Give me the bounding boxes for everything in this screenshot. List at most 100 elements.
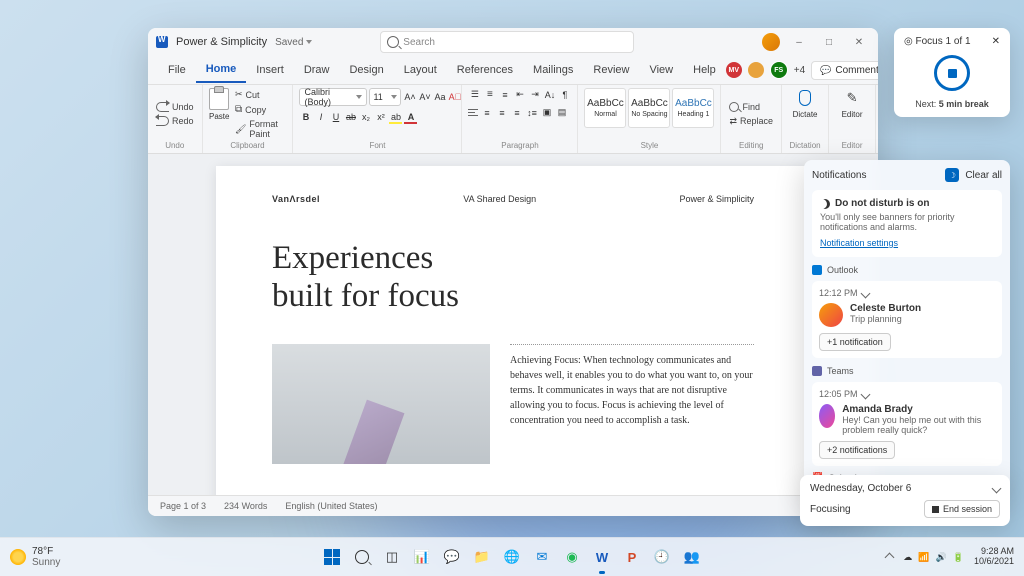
bold-button[interactable]: B: [299, 110, 312, 123]
widgets-button[interactable]: 📊: [409, 544, 435, 570]
user-avatar[interactable]: [762, 33, 780, 51]
close-button[interactable]: ✕: [848, 31, 870, 53]
tab-help[interactable]: Help: [683, 58, 726, 82]
maximize-button[interactable]: □: [818, 31, 840, 53]
sort-button[interactable]: A↓: [543, 88, 556, 101]
highlight-button[interactable]: ab: [389, 110, 402, 123]
multilevel-list-button[interactable]: ≡: [498, 88, 511, 101]
font-size-select[interactable]: 11: [369, 88, 401, 106]
presence-user-3[interactable]: FS: [770, 61, 788, 79]
word-count[interactable]: 234 Words: [224, 501, 267, 511]
numbering-button[interactable]: [483, 88, 496, 101]
paste-button[interactable]: Paste: [209, 88, 230, 121]
style-nospacing[interactable]: AaBbCcNo Spacing: [628, 88, 670, 128]
teams-notification-card[interactable]: 12:05 PM Amanda Brady Hey! Can you help …: [812, 382, 1002, 466]
document-canvas[interactable]: VanΛrsdel VA Shared Design Power & Simpl…: [148, 154, 878, 495]
align-left-button[interactable]: [468, 109, 478, 117]
replace-button[interactable]: ⇄Replace: [727, 115, 775, 128]
tab-layout[interactable]: Layout: [394, 58, 447, 82]
chat-button[interactable]: 💬: [439, 544, 465, 570]
outlook-notification-card[interactable]: 12:12 PM Celeste Burton Trip planning +1…: [812, 281, 1002, 358]
tab-home[interactable]: Home: [196, 57, 247, 83]
mail-button[interactable]: ✉: [529, 544, 555, 570]
taskbar-search-button[interactable]: [349, 544, 375, 570]
copy-button[interactable]: Copy: [233, 103, 287, 116]
end-session-button[interactable]: End session: [924, 500, 1000, 518]
shading-button[interactable]: ▣: [540, 106, 553, 119]
subscript-button[interactable]: x₂: [359, 110, 372, 123]
tab-references[interactable]: References: [447, 58, 523, 82]
more-notifications-chip[interactable]: +2 notifications: [819, 441, 895, 459]
presence-user-1[interactable]: MV: [726, 62, 742, 78]
undo-button[interactable]: Undo: [154, 101, 196, 113]
spotify-button[interactable]: ◉: [559, 544, 585, 570]
increase-indent-button[interactable]: ⇥: [528, 88, 541, 101]
save-status[interactable]: Saved: [275, 37, 312, 48]
font-color-button[interactable]: A: [404, 110, 417, 123]
search-input[interactable]: Search: [380, 31, 634, 53]
document-page[interactable]: VanΛrsdel VA Shared Design Power & Simpl…: [216, 166, 810, 495]
bullets-button[interactable]: [468, 88, 481, 101]
redo-button[interactable]: Redo: [154, 115, 196, 127]
editor-button[interactable]: Editor: [835, 88, 869, 119]
superscript-button[interactable]: x²: [374, 110, 387, 123]
italic-button[interactable]: I: [314, 110, 327, 123]
align-center-button[interactable]: ≡: [480, 106, 493, 119]
battery-icon[interactable]: 🔋: [953, 552, 964, 563]
chevron-down-icon[interactable]: [860, 389, 870, 399]
tab-mailings[interactable]: Mailings: [523, 58, 583, 82]
weather-widget[interactable]: 78°FSunny: [10, 546, 60, 568]
minimize-button[interactable]: –: [788, 31, 810, 53]
style-heading1[interactable]: AaBbCcHeading 1: [672, 88, 714, 128]
language-status[interactable]: English (United States): [285, 501, 377, 511]
borders-button[interactable]: ▤: [555, 106, 568, 119]
shrink-font-button[interactable]: A˅: [418, 91, 431, 104]
align-right-button[interactable]: ≡: [495, 106, 508, 119]
strikethrough-button[interactable]: ab: [344, 110, 357, 123]
clock-app-button[interactable]: 🕘: [649, 544, 675, 570]
decrease-indent-button[interactable]: ⇤: [513, 88, 526, 101]
presence-overflow[interactable]: +4: [794, 65, 805, 76]
underline-button[interactable]: U: [329, 110, 342, 123]
clear-formatting-button[interactable]: A⃠: [448, 91, 461, 104]
volume-icon[interactable]: 🔊: [936, 552, 947, 563]
tab-review[interactable]: Review: [583, 58, 639, 82]
dnd-badge-icon[interactable]: ☽: [945, 168, 959, 182]
page-number[interactable]: Page 1 of 3: [160, 501, 206, 511]
wifi-icon[interactable]: 📶: [918, 552, 929, 563]
find-button[interactable]: Find: [727, 101, 762, 113]
notification-settings-link[interactable]: Notification settings: [820, 238, 898, 248]
tray-overflow-button[interactable]: [885, 552, 895, 562]
cloud-icon[interactable]: ☁: [903, 552, 912, 563]
more-notifications-chip[interactable]: +1 notification: [819, 333, 891, 351]
change-case-button[interactable]: Aa: [433, 91, 446, 104]
tab-draw[interactable]: Draw: [294, 58, 340, 82]
clear-all-button[interactable]: Clear all: [965, 170, 1002, 181]
clock[interactable]: 9:28 AM 10/6/2021: [974, 547, 1014, 567]
start-button[interactable]: [319, 544, 345, 570]
presence-user-2[interactable]: [748, 62, 764, 78]
font-name-select[interactable]: Calibri (Body): [299, 88, 367, 106]
powerpoint-button[interactable]: P: [619, 544, 645, 570]
task-view-button[interactable]: ◫: [379, 544, 405, 570]
format-painter-button[interactable]: Format Paint: [233, 118, 287, 140]
tab-design[interactable]: Design: [339, 58, 393, 82]
line-spacing-button[interactable]: ↕≡: [525, 106, 538, 119]
chevron-down-icon[interactable]: [992, 484, 1002, 494]
close-focus-button[interactable]: ✕: [992, 36, 1000, 47]
dictate-button[interactable]: Dictate: [788, 88, 822, 119]
style-normal[interactable]: AaBbCcNormal: [584, 88, 626, 128]
show-marks-button[interactable]: ¶: [558, 88, 571, 101]
tab-file[interactable]: File: [158, 58, 196, 82]
justify-button[interactable]: ≡: [510, 106, 523, 119]
teams-button[interactable]: 👥: [679, 544, 705, 570]
word-taskbar-button[interactable]: W: [589, 544, 615, 570]
cut-button[interactable]: Cut: [233, 88, 287, 101]
tab-insert[interactable]: Insert: [246, 58, 294, 82]
explorer-button[interactable]: 📁: [469, 544, 495, 570]
chevron-down-icon[interactable]: [860, 288, 870, 298]
focus-ring[interactable]: [934, 55, 970, 91]
tab-view[interactable]: View: [639, 58, 683, 82]
comments-button[interactable]: Comments: [811, 61, 878, 80]
edge-button[interactable]: 🌐: [499, 544, 525, 570]
